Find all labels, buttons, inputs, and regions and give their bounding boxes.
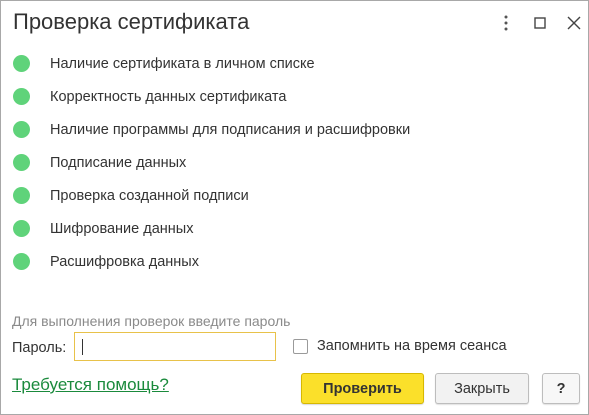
maximize-icon <box>534 17 546 29</box>
check-item-data-signing: Подписание данных <box>13 146 573 179</box>
status-ok-icon <box>13 154 30 171</box>
remember-option[interactable]: Запомнить на время сеанса <box>293 338 507 354</box>
more-icon <box>504 15 508 31</box>
maximize-button[interactable] <box>526 11 554 35</box>
help-link[interactable]: Требуется помощь? <box>12 375 169 395</box>
status-ok-icon <box>13 121 30 138</box>
dialog-title: Проверка сертификата <box>13 9 250 34</box>
check-label: Наличие сертификата в личном списке <box>50 55 315 72</box>
check-button[interactable]: Проверить <box>301 373 424 404</box>
status-ok-icon <box>13 88 30 105</box>
password-hint: Для выполнения проверок введите пароль <box>12 313 291 329</box>
check-label: Подписание данных <box>50 154 187 171</box>
check-item-certificate-data: Корректность данных сертификата <box>13 80 573 113</box>
check-item-certificate-present: Наличие сертификата в личном списке <box>13 47 573 80</box>
check-item-data-decryption: Расшифровка данных <box>13 245 573 278</box>
check-item-signing-program: Наличие программы для подписания и расши… <box>13 113 573 146</box>
more-button[interactable] <box>492 11 520 35</box>
check-label: Расшифровка данных <box>50 253 199 270</box>
check-list: Наличие сертификата в личном списке Корр… <box>13 47 573 278</box>
check-label: Шифрование данных <box>50 220 194 237</box>
certificate-check-dialog: Проверка сертификата Наличие сертификата… <box>0 0 589 415</box>
remember-checkbox[interactable] <box>293 338 308 354</box>
password-input[interactable] <box>74 332 276 361</box>
password-label: Пароль: <box>12 340 67 356</box>
check-label: Наличие программы для подписания и расши… <box>50 121 411 138</box>
status-ok-icon <box>13 253 30 270</box>
close-button[interactable]: Закрыть <box>435 373 529 404</box>
check-item-signature-verification: Проверка созданной подписи <box>13 179 573 212</box>
help-button[interactable]: ? <box>542 373 580 404</box>
status-ok-icon <box>13 187 30 204</box>
check-label: Проверка созданной подписи <box>50 187 249 204</box>
remember-label: Запомнить на время сеанса <box>317 338 507 354</box>
text-caret <box>82 339 83 355</box>
window-controls <box>486 11 588 35</box>
status-ok-icon <box>13 220 30 237</box>
close-icon <box>567 16 581 30</box>
check-item-data-encryption: Шифрование данных <box>13 212 573 245</box>
check-label: Корректность данных сертификата <box>50 88 287 105</box>
close-window-button[interactable] <box>560 11 588 35</box>
status-ok-icon <box>13 55 30 72</box>
